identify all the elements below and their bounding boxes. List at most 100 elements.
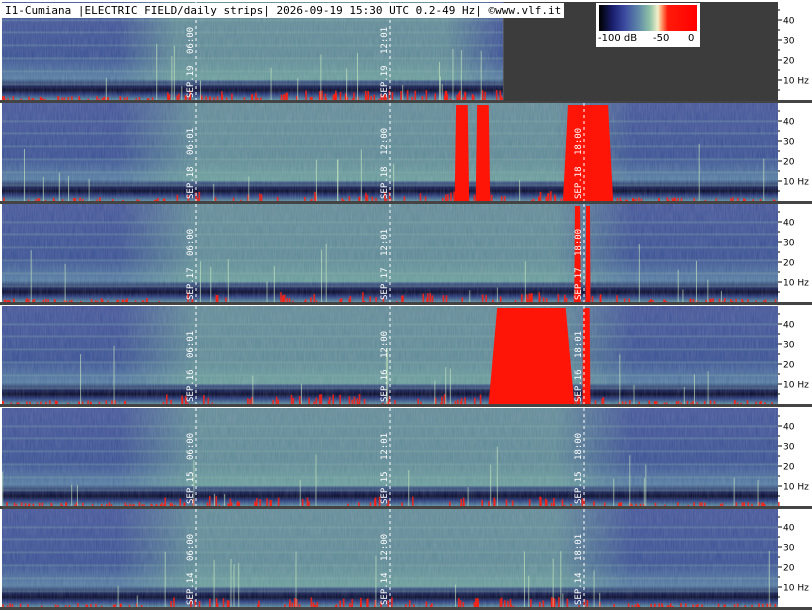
noise-speckle xyxy=(141,300,144,302)
noise-speckle xyxy=(348,396,351,404)
noise-speckle xyxy=(560,198,563,201)
noise-speckle xyxy=(311,96,313,100)
noise-speckle xyxy=(462,503,465,506)
strip-date-label: SEP.15 xyxy=(186,471,196,504)
noise-speckle xyxy=(349,603,351,607)
impulse-spike xyxy=(42,176,44,201)
noise-speckle xyxy=(6,300,9,302)
noise-speckle xyxy=(305,90,307,100)
noise-speckle xyxy=(107,300,109,302)
frequency-tick-label: 10 Hz xyxy=(783,77,809,87)
noise-speckle xyxy=(74,198,77,201)
noise-speckle xyxy=(414,90,416,100)
impulse-spike xyxy=(113,345,115,404)
strip-separator xyxy=(0,302,812,305)
strip-date-label: SEP.16 xyxy=(380,369,390,402)
noise-speckle xyxy=(464,397,466,404)
noise-speckle xyxy=(54,604,57,607)
noise-speckle xyxy=(87,400,89,404)
noise-speckle xyxy=(239,199,242,201)
noise-speckle xyxy=(90,299,93,302)
noise-speckle xyxy=(374,605,376,607)
frequency-tick-label: 40 xyxy=(783,321,795,331)
noise-speckle xyxy=(391,597,393,607)
impulse-spike xyxy=(360,149,362,201)
noise-speckle xyxy=(100,605,103,607)
noise-speckle xyxy=(350,605,353,607)
noise-speckle xyxy=(277,497,280,506)
impulse-spike xyxy=(593,570,595,607)
noise-speckle xyxy=(445,295,448,302)
noise-speckle xyxy=(417,398,420,404)
noise-speckle xyxy=(12,96,15,100)
impulse-spike xyxy=(528,575,530,607)
noise-speckle xyxy=(411,96,413,100)
noise-speckle xyxy=(208,496,211,506)
frequency-tick-label: 30 xyxy=(783,544,795,554)
noise-speckle xyxy=(105,504,108,506)
noise-speckle xyxy=(339,394,341,404)
strip-date-label: SEP.18 xyxy=(574,166,584,199)
noise-speckle xyxy=(637,605,640,607)
schumann-band xyxy=(2,83,504,86)
noise-speckle xyxy=(257,604,259,607)
impulse-spike xyxy=(58,172,60,201)
noise-speckle xyxy=(763,503,766,506)
noise-speckle xyxy=(29,401,31,404)
noise-speckle xyxy=(288,601,291,607)
noise-speckle xyxy=(628,298,631,302)
noise-speckle xyxy=(124,502,127,506)
noise-speckle xyxy=(685,603,687,607)
noise-speckle xyxy=(420,401,422,404)
noise-speckle xyxy=(74,504,76,506)
time-marker-label: 12:01 xyxy=(380,27,390,54)
noise-speckle xyxy=(777,502,780,506)
noise-speckle xyxy=(342,199,345,201)
noise-speckle xyxy=(443,394,446,404)
noise-speckle xyxy=(316,601,319,607)
noise-speckle xyxy=(717,603,720,607)
impulse-spike xyxy=(213,493,215,506)
noise-speckle xyxy=(375,197,377,201)
noise-speckle xyxy=(310,297,312,302)
noise-speckle xyxy=(631,504,633,506)
noise-speckle xyxy=(351,399,354,404)
impulse-spike xyxy=(619,354,621,404)
noise-speckle xyxy=(429,605,432,607)
noise-speckle xyxy=(500,98,502,100)
frequency-tick-label: 40 xyxy=(783,423,795,433)
noise-speckle xyxy=(259,499,262,506)
noise-speckle xyxy=(176,194,179,201)
noise-speckle xyxy=(128,604,131,607)
noise-speckle xyxy=(251,94,253,100)
noise-speckle xyxy=(320,394,323,404)
impulse-spike xyxy=(720,290,722,302)
schumann-band xyxy=(2,19,504,22)
noise-speckle xyxy=(243,97,246,100)
noise-speckle xyxy=(358,196,361,201)
time-marker-label: 18:01 xyxy=(574,331,584,358)
noise-speckle xyxy=(42,299,45,302)
noise-speckle xyxy=(479,394,482,404)
noise-speckle xyxy=(221,94,224,100)
impulse-spike xyxy=(136,595,138,607)
impulse-spike xyxy=(213,183,215,201)
noise-speckle xyxy=(460,499,463,506)
noise-speckle xyxy=(229,498,232,506)
noise-speckle xyxy=(27,199,30,201)
noise-speckle xyxy=(693,198,696,201)
noise-speckle xyxy=(658,603,661,607)
noise-speckle xyxy=(704,502,706,506)
noise-speckle xyxy=(347,503,349,506)
noise-speckle xyxy=(457,399,459,404)
impulse-spike xyxy=(210,266,212,302)
impulse-spike xyxy=(683,386,685,404)
noise-speckle xyxy=(370,95,372,100)
noise-speckle xyxy=(673,197,676,201)
noise-speckle xyxy=(553,497,555,506)
noise-speckle xyxy=(664,504,666,506)
noise-speckle xyxy=(563,504,566,506)
noise-speckle xyxy=(481,90,484,100)
noise-speckle xyxy=(601,398,603,404)
noise-speckle xyxy=(133,504,135,506)
